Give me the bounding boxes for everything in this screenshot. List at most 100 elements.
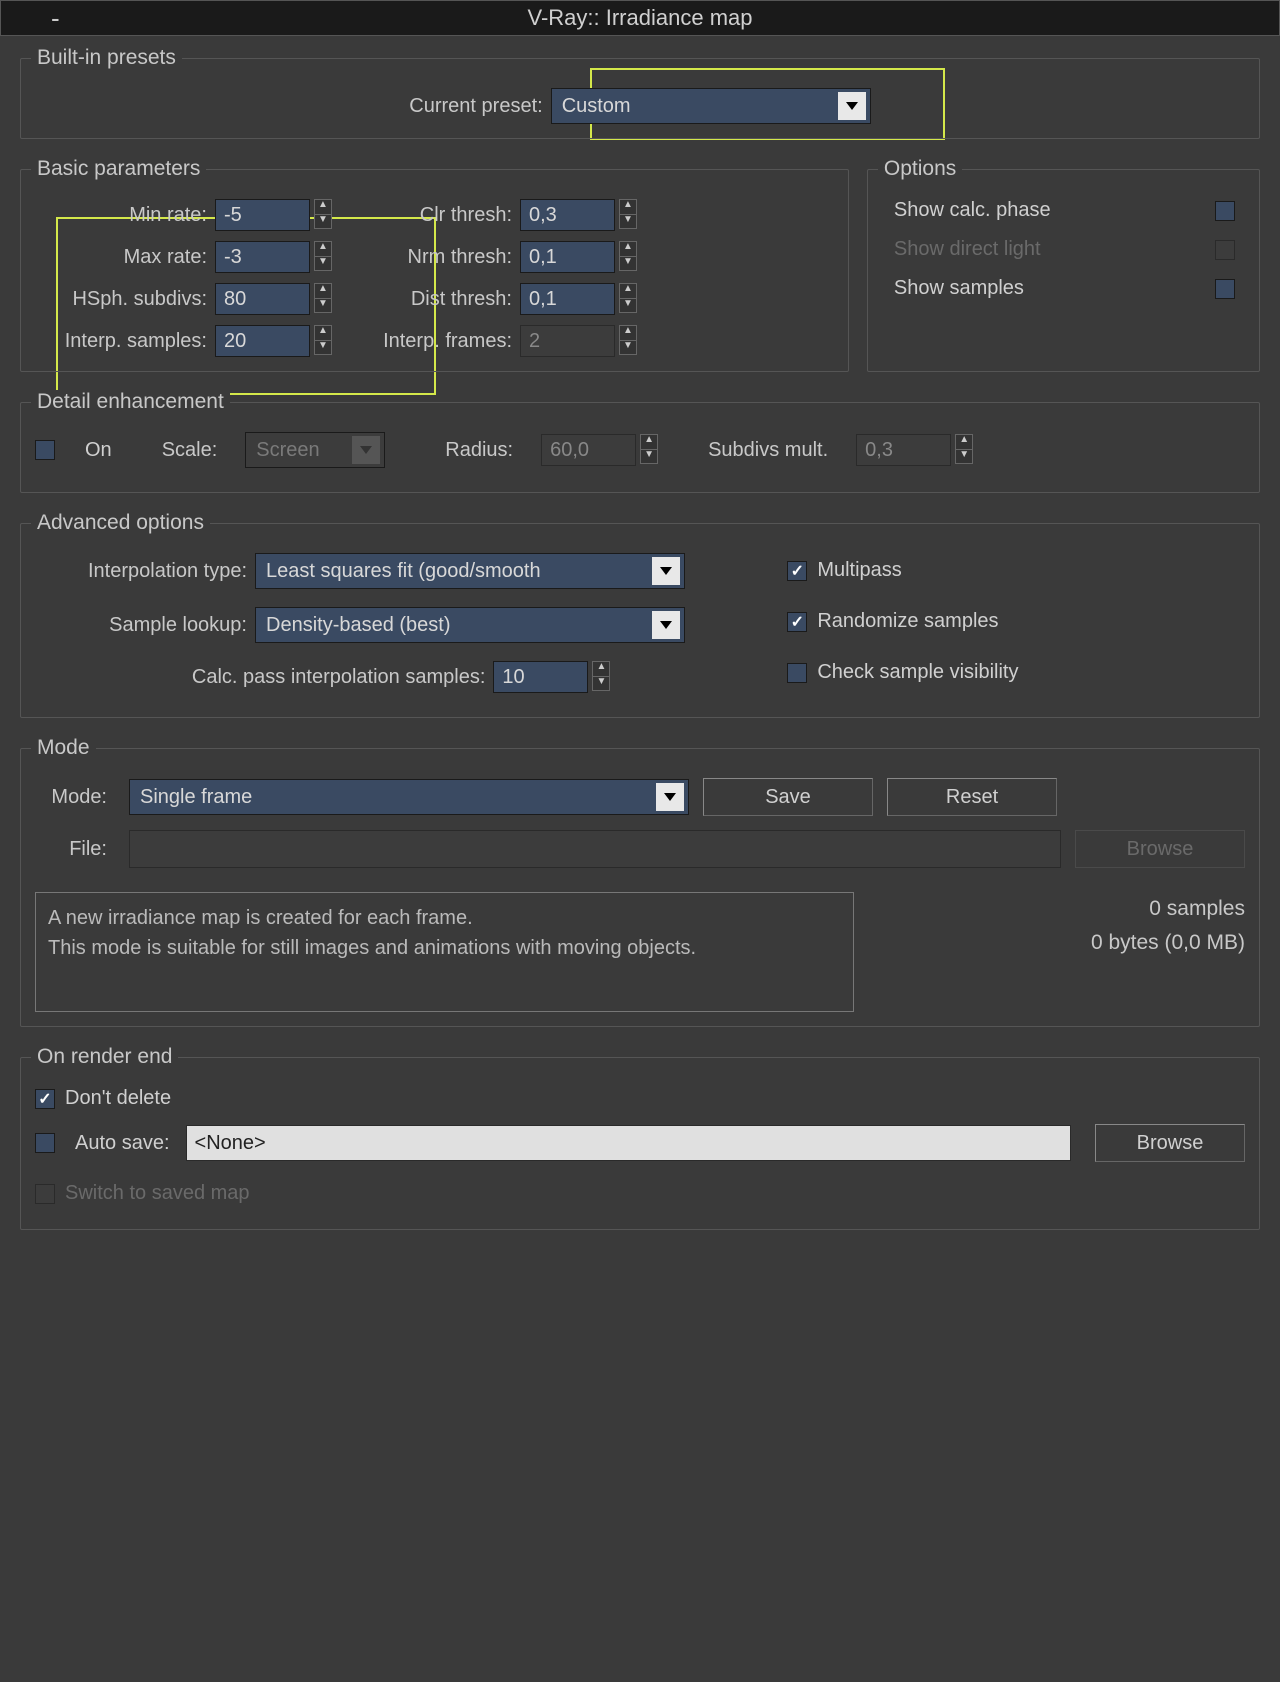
clr-thresh-spinner[interactable]: ▲▼: [520, 199, 650, 231]
calc-pass-input[interactable]: [493, 661, 588, 693]
interp-frames-label: Interp. frames:: [345, 330, 520, 353]
interp-frames-input: [520, 325, 615, 357]
interp-samples-spinner[interactable]: ▲▼: [215, 325, 345, 357]
spin-down-icon: ▼: [619, 340, 637, 355]
multipass-checkbox[interactable]: [787, 561, 807, 581]
panel-titlebar[interactable]: - V-Ray:: Irradiance map: [0, 0, 1280, 36]
spin-up-icon[interactable]: ▲: [314, 325, 332, 340]
spin-down-icon[interactable]: ▼: [314, 256, 332, 271]
clr-thresh-label: Clr thresh:: [345, 204, 520, 227]
panel-title: V-Ray:: Irradiance map: [528, 5, 753, 30]
dist-thresh-input[interactable]: [520, 283, 615, 315]
sample-lookup-label: Sample lookup:: [35, 614, 255, 637]
show-calc-label: Show calc. phase: [894, 199, 1051, 222]
stats-bytes: 0 bytes (0,0 MB): [884, 926, 1245, 960]
nrm-thresh-spinner[interactable]: ▲▼: [520, 241, 650, 273]
interp-samples-label: Interp. samples:: [35, 330, 215, 353]
auto-save-checkbox[interactable]: [35, 1133, 55, 1153]
chevron-down-icon[interactable]: [652, 611, 680, 639]
chevron-down-icon: [352, 436, 380, 464]
interp-samples-input[interactable]: [215, 325, 310, 357]
spin-down-icon[interactable]: ▼: [314, 214, 332, 229]
current-preset-dropdown[interactable]: Custom: [551, 88, 871, 124]
interp-frames-spinner: ▲▼: [520, 325, 650, 357]
chevron-down-icon[interactable]: [838, 92, 866, 120]
randomize-label: Randomize samples: [817, 610, 998, 633]
nrm-thresh-input[interactable]: [520, 241, 615, 273]
mode-info-box: A new irradiance map is created for each…: [35, 892, 854, 1012]
switch-label: Switch to saved map: [65, 1182, 250, 1205]
hsph-label: HSph. subdivs:: [35, 288, 215, 311]
min-rate-label: Min rate:: [35, 204, 215, 227]
min-rate-input[interactable]: [215, 199, 310, 231]
spin-down-icon[interactable]: ▼: [314, 298, 332, 313]
spin-up-icon[interactable]: ▲: [314, 241, 332, 256]
spin-up-icon[interactable]: ▲: [619, 283, 637, 298]
subdivs-label: Subdivs mult.: [708, 439, 836, 462]
current-preset-label: Current preset:: [409, 95, 550, 118]
render-end-group: On render end Don't delete Auto save: Br…: [20, 1045, 1260, 1230]
max-rate-spinner[interactable]: ▲▼: [215, 241, 345, 273]
presets-group: Built-in presets Current preset: Custom: [20, 46, 1260, 139]
spin-up-icon[interactable]: ▲: [619, 241, 637, 256]
render-end-legend: On render end: [31, 1045, 178, 1069]
advanced-group: Advanced options Interpolation type: Lea…: [20, 511, 1260, 718]
detail-group: Detail enhancement On Scale: Screen Radi…: [20, 390, 1260, 493]
subdivs-input: [856, 434, 951, 466]
radius-spinner: ▲▼: [541, 434, 658, 466]
options-legend: Options: [878, 157, 962, 181]
spin-up-icon: ▲: [955, 434, 973, 449]
detail-legend: Detail enhancement: [31, 390, 230, 414]
mode-stats: 0 samples 0 bytes (0,0 MB): [884, 892, 1245, 959]
mode-legend: Mode: [31, 736, 96, 760]
spin-down-icon[interactable]: ▼: [619, 256, 637, 271]
spin-down-icon: ▼: [640, 449, 658, 464]
mode-dropdown[interactable]: Single frame: [129, 779, 689, 815]
dist-thresh-spinner[interactable]: ▲▼: [520, 283, 650, 315]
browse-autosave-button[interactable]: Browse: [1095, 1124, 1245, 1162]
mode-value: Single frame: [130, 786, 652, 809]
calc-pass-spinner[interactable]: ▲▼: [493, 661, 610, 693]
spin-down-icon[interactable]: ▼: [619, 298, 637, 313]
hsph-spinner[interactable]: ▲▼: [215, 283, 345, 315]
spin-up-icon[interactable]: ▲: [314, 283, 332, 298]
check-vis-checkbox[interactable]: [787, 663, 807, 683]
spin-up-icon[interactable]: ▲: [592, 661, 610, 676]
chevron-down-icon[interactable]: [656, 783, 684, 811]
sample-lookup-dropdown[interactable]: Density-based (best): [255, 607, 685, 643]
options-group: Options Show calc. phase Show direct lig…: [867, 157, 1260, 372]
switch-checkbox: [35, 1184, 55, 1204]
clr-thresh-input[interactable]: [520, 199, 615, 231]
sample-lookup-value: Density-based (best): [256, 614, 648, 637]
browse-button: Browse: [1075, 830, 1245, 868]
reset-button[interactable]: Reset: [887, 778, 1057, 816]
current-preset-value: Custom: [552, 95, 834, 118]
show-direct-checkbox: [1215, 240, 1235, 260]
save-button[interactable]: Save: [703, 778, 873, 816]
dont-delete-label: Don't delete: [65, 1087, 171, 1110]
dont-delete-checkbox[interactable]: [35, 1089, 55, 1109]
randomize-checkbox[interactable]: [787, 612, 807, 632]
radius-input: [541, 434, 636, 466]
show-samples-checkbox[interactable]: [1215, 279, 1235, 299]
scale-value: Screen: [246, 439, 348, 462]
basic-legend: Basic parameters: [31, 157, 206, 181]
stats-samples: 0 samples: [884, 892, 1245, 926]
hsph-input[interactable]: [215, 283, 310, 315]
spin-up-icon[interactable]: ▲: [619, 199, 637, 214]
show-calc-checkbox[interactable]: [1215, 201, 1235, 221]
spin-down-icon[interactable]: ▼: [619, 214, 637, 229]
interp-type-label: Interpolation type:: [35, 560, 255, 583]
chevron-down-icon[interactable]: [652, 557, 680, 585]
collapse-icon[interactable]: -: [51, 3, 60, 34]
interp-type-dropdown[interactable]: Least squares fit (good/smooth: [255, 553, 685, 589]
advanced-legend: Advanced options: [31, 511, 210, 535]
spin-up-icon: ▲: [640, 434, 658, 449]
spin-down-icon[interactable]: ▼: [314, 340, 332, 355]
auto-save-input[interactable]: [186, 1125, 1071, 1161]
min-rate-spinner[interactable]: ▲▼: [215, 199, 345, 231]
spin-down-icon[interactable]: ▼: [592, 676, 610, 691]
max-rate-input[interactable]: [215, 241, 310, 273]
spin-up-icon[interactable]: ▲: [314, 199, 332, 214]
detail-on-checkbox[interactable]: [35, 440, 55, 460]
